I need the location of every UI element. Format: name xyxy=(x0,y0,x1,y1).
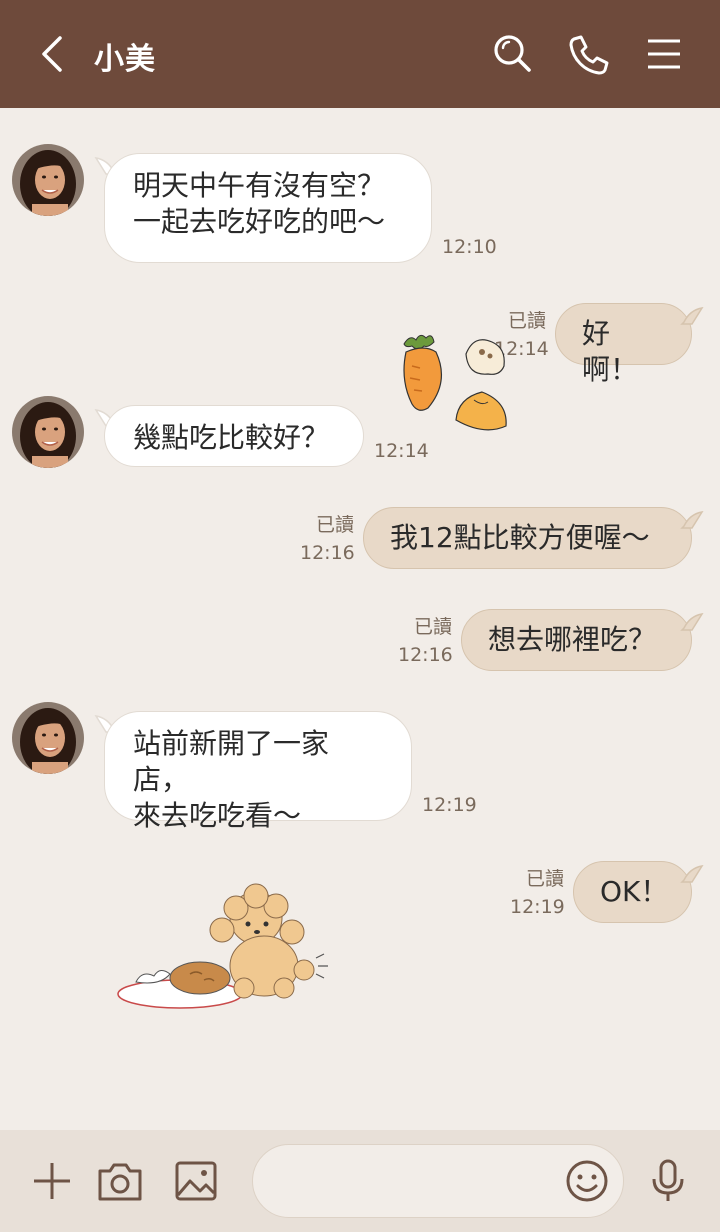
message-bubble-outgoing[interactable]: OK！ xyxy=(573,861,692,923)
plus-icon[interactable] xyxy=(28,1157,76,1205)
read-status: 已讀 xyxy=(413,616,452,638)
chat-header: 小美 xyxy=(0,0,720,108)
message-bubble-incoming[interactable]: 幾點吃比較好？ xyxy=(104,405,364,467)
avatar[interactable] xyxy=(12,144,84,216)
message-time: 12:16 xyxy=(300,542,355,564)
message-time: 12:19 xyxy=(422,794,477,816)
message-time: 12:10 xyxy=(442,236,497,258)
phone-icon[interactable] xyxy=(564,30,612,78)
chat-area[interactable]: 明天中午有沒有空？ 一起去吃好吃的吧〜 12:10 已讀 12:14 好啊！ 幾… xyxy=(0,108,720,1130)
message-input-box[interactable] xyxy=(252,1144,624,1218)
camera-icon[interactable] xyxy=(96,1157,144,1205)
back-icon[interactable] xyxy=(34,32,74,76)
poodle-eating-sticker[interactable] xyxy=(116,878,332,1018)
read-status: 已讀 xyxy=(315,514,354,536)
image-icon[interactable] xyxy=(172,1157,220,1205)
message-bubble-outgoing[interactable]: 想去哪裡吃？ xyxy=(461,609,692,671)
bubble-tail xyxy=(680,612,704,631)
message-bubble-outgoing[interactable]: 我12點比較方便喔〜 xyxy=(363,507,692,569)
chat-title: 小美 xyxy=(94,42,156,77)
message-bubble-incoming[interactable]: 明天中午有沒有空？ 一起去吃好吃的吧〜 xyxy=(104,153,432,263)
carrot-bun-sticker[interactable] xyxy=(392,326,522,442)
microphone-icon[interactable] xyxy=(644,1157,692,1205)
message-bubble-outgoing[interactable]: 好啊！ xyxy=(555,303,692,386)
message-time: 12:14 xyxy=(374,440,429,462)
emoji-icon[interactable] xyxy=(563,1157,611,1205)
message-time: 12:19 xyxy=(510,896,565,918)
read-status: 已讀 xyxy=(525,868,564,890)
search-icon[interactable] xyxy=(488,30,536,78)
message-input[interactable] xyxy=(273,1165,553,1199)
message-time: 12:16 xyxy=(398,644,453,666)
avatar[interactable] xyxy=(12,396,84,468)
bubble-tail xyxy=(680,510,704,529)
message-input-bar xyxy=(0,1130,720,1232)
bubble-tail xyxy=(680,306,704,325)
avatar[interactable] xyxy=(12,702,84,774)
bubble-tail xyxy=(680,864,704,883)
message-bubble-incoming[interactable]: 站前新開了一家店， 來去吃吃看〜 xyxy=(104,711,412,832)
menu-icon[interactable] xyxy=(640,30,688,78)
